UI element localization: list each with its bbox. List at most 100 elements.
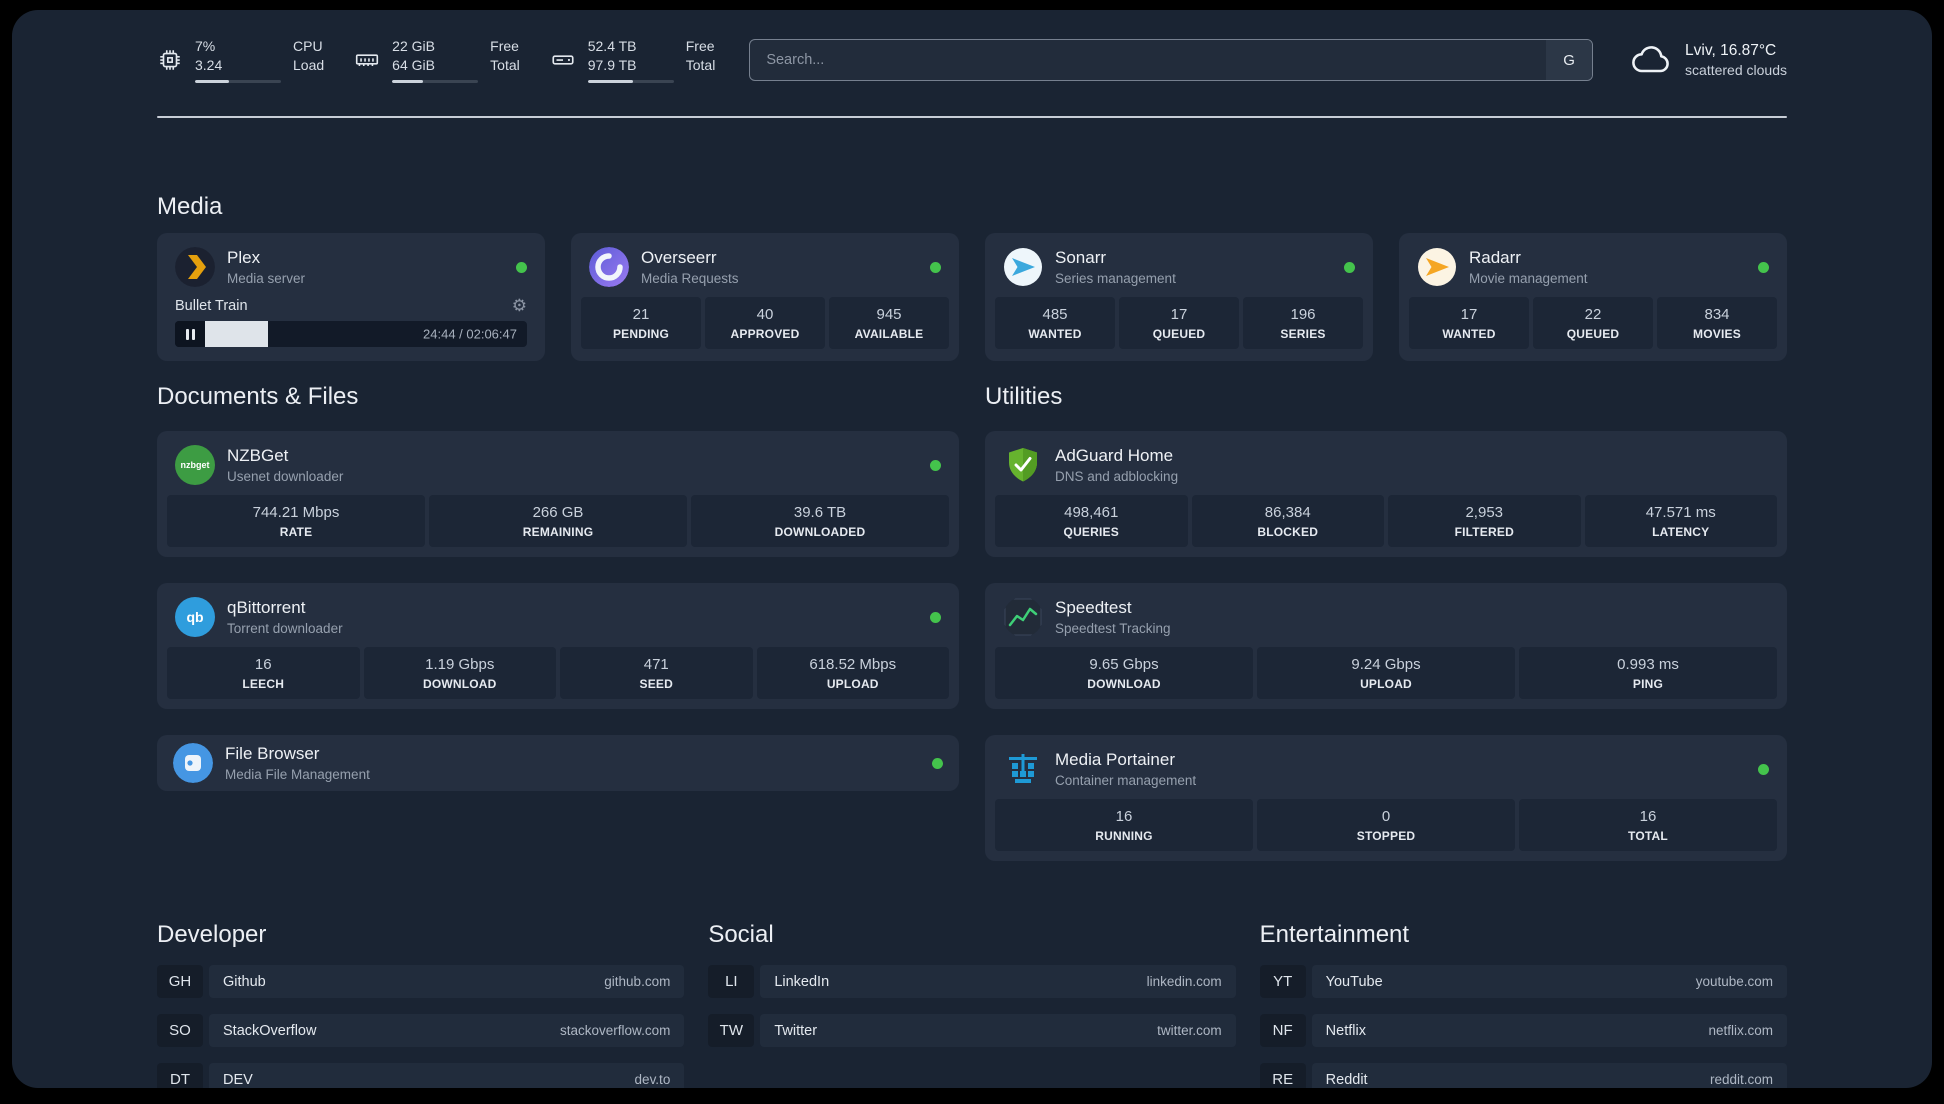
disk-labels: Free Total	[686, 37, 716, 83]
bookmark-group-social: Social LI LinkedIn linkedin.com TW Twitt…	[708, 921, 1236, 1088]
card-header: Plex Media server	[167, 243, 535, 297]
overseerr-icon	[589, 247, 629, 287]
stat-label: QUEUED	[1152, 327, 1206, 341]
cpu-label-1: CPU	[293, 38, 323, 54]
app-description: Series management	[1055, 271, 1176, 286]
section-title-documents: Documents & Files	[157, 383, 359, 410]
stat-value: 744.21 Mbps	[252, 504, 340, 521]
bookmark-link-youtube[interactable]: YouTube youtube.com	[1311, 965, 1787, 998]
app-card-sonarr[interactable]: Sonarr Series management 485 WANTED 17 QUE…	[985, 233, 1373, 361]
app-description: Torrent downloader	[227, 621, 343, 636]
playback-progress-bar[interactable]: 24:44 / 02:06:47	[175, 321, 527, 347]
stat-value: 22	[1584, 306, 1602, 323]
card-header: qb qBittorrent Torrent downloader	[167, 593, 949, 647]
playback-fill	[205, 321, 268, 347]
status-dot	[1758, 261, 1769, 273]
stat-tile: 1.19 Gbps DOWNLOAD	[363, 647, 556, 699]
topbar-divider	[157, 116, 1787, 118]
bookmark-link-dev[interactable]: DEV dev.to	[209, 1063, 685, 1088]
app-card-plex[interactable]: Plex Media server Bullet Train 24:4	[157, 233, 545, 361]
app-description: Movie management	[1469, 271, 1588, 286]
stat-value: 471	[643, 656, 669, 673]
search-bar: G	[749, 39, 1594, 81]
app-card-nzbget[interactable]: nzbget NZBGet Usenet downloader 744.21 M…	[157, 431, 959, 557]
cpu-labels: CPU Load	[293, 37, 324, 83]
stat-label: WANTED	[1442, 327, 1496, 341]
utilities-section: Utilities AdGuard Home DNS and adblockin…	[985, 383, 1787, 861]
bookmark-name: Reddit	[1325, 1071, 1368, 1088]
disk-widget: 52.4 TB 97.9 TB Free Total	[550, 37, 716, 83]
bookmark-link-github[interactable]: Github github.com	[209, 965, 685, 998]
topbar: 7% 3.24 CPU Load 22 GiB 64 GiB Free Tota…	[157, 37, 1787, 83]
cpu-widget: 7% 3.24 CPU Load	[157, 37, 324, 83]
status-dot	[932, 757, 943, 769]
app-name: qBittorrent	[227, 598, 306, 617]
bookmark-item: SO StackOverflow stackoverflow.com	[157, 1014, 685, 1047]
stat-value: 40	[756, 306, 774, 323]
stats-row: 498,461 QUERIES 86,384 BLOCKED 2,953 FILTER…	[995, 495, 1777, 547]
bookmark-abbr: LI	[708, 965, 755, 998]
stat-tile: 834 MOVIES	[1657, 297, 1777, 349]
app-card-filebrowser[interactable]: File Browser Media File Management	[157, 735, 959, 791]
bookmark-link-linkedin[interactable]: LinkedIn linkedin.com	[760, 965, 1236, 998]
bookmark-link-twitter[interactable]: Twitter twitter.com	[760, 1014, 1236, 1047]
stat-tile: 744.21 Mbps RATE	[167, 495, 425, 547]
bookmark-abbr: RE	[1259, 1063, 1306, 1088]
disk-progress-bar	[587, 80, 674, 83]
stat-label: STOPPED	[1356, 829, 1416, 843]
stat-label: PING	[1632, 677, 1664, 691]
status-dot	[1344, 261, 1355, 273]
stat-value: 47.571 ms	[1645, 504, 1716, 521]
bookmark-link-netflix[interactable]: Netflix netflix.com	[1311, 1014, 1787, 1047]
disk-icon	[550, 47, 576, 73]
app-card-overseerr[interactable]: Overseerr Media Requests 21 PENDING 40 APP…	[571, 233, 959, 361]
section-title-media: Media	[157, 193, 223, 220]
card-titles: Overseerr Media Requests	[641, 247, 918, 287]
stat-value: 9.24 Gbps	[1351, 656, 1421, 673]
stats-row: 16 RUNNING 0 STOPPED 16 TOTAL	[995, 799, 1777, 851]
settings-gear-icon[interactable]	[512, 297, 527, 314]
card-titles: Speedtest Speedtest Tracking	[1055, 597, 1769, 637]
app-card-radarr[interactable]: Radarr Movie management 17 WANTED 22 QUEUE…	[1399, 233, 1787, 361]
bookmark-name: Twitter	[774, 1022, 818, 1039]
bookmark-link-reddit[interactable]: Reddit reddit.com	[1311, 1063, 1787, 1088]
disk-free-value: 52.4 TB	[587, 38, 637, 54]
bookmark-name: YouTube	[1325, 973, 1383, 990]
stat-label: RUNNING	[1095, 829, 1153, 843]
bookmark-domain: netflix.com	[1708, 1023, 1773, 1038]
pause-button[interactable]	[175, 321, 205, 347]
app-card-portainer[interactable]: Media Portainer Container management 16 R…	[985, 735, 1787, 861]
app-card-speedtest[interactable]: Speedtest Speedtest Tracking 9.65 Gbps DO…	[985, 583, 1787, 709]
plex-icon	[175, 247, 215, 287]
app-card-adguard[interactable]: AdGuard Home DNS and adblocking 498,461 Q…	[985, 431, 1787, 557]
stat-value: 16	[1115, 808, 1133, 825]
stat-label: SERIES	[1280, 327, 1326, 341]
card-titles: NZBGet Usenet downloader	[227, 445, 918, 485]
app-card-qbittorrent[interactable]: qb qBittorrent Torrent downloader 16 LEEC…	[157, 583, 959, 709]
bookmark-group-entertainment: Entertainment YT YouTube youtube.com NF …	[1259, 921, 1787, 1088]
stat-tile: 22 QUEUED	[1533, 297, 1653, 349]
bookmark-link-stackoverflow[interactable]: StackOverflow stackoverflow.com	[209, 1014, 685, 1047]
cpu-icon	[157, 47, 183, 73]
stat-label: SEED	[639, 677, 673, 691]
adguard-icon	[1003, 445, 1043, 485]
bookmark-domain: stackoverflow.com	[560, 1023, 671, 1038]
stat-value: 1.19 Gbps	[425, 656, 495, 673]
bookmark-domain: dev.to	[634, 1072, 671, 1087]
filebrowser-icon	[173, 743, 213, 783]
status-dot	[1758, 763, 1769, 775]
card-titles: Radarr Movie management	[1469, 247, 1746, 287]
stats-row: 21 PENDING 40 APPROVED 945 AVAILABLE	[581, 297, 949, 349]
stat-tile: 498,461 QUERIES	[995, 495, 1188, 547]
search-input[interactable]	[749, 39, 1594, 81]
disk-label-2: Total	[685, 57, 716, 73]
search-provider-button[interactable]: G	[1546, 40, 1593, 80]
stat-tile: 17 QUEUED	[1119, 297, 1239, 349]
stat-tile: 86,384 BLOCKED	[1191, 495, 1384, 547]
stat-tile: 266 GB REMAINING	[429, 495, 687, 547]
app-description: Media File Management	[225, 767, 370, 782]
app-name: Radarr	[1469, 248, 1521, 267]
ram-label-1: Free	[490, 38, 519, 54]
stat-tile: 9.65 Gbps DOWNLOAD	[995, 647, 1253, 699]
app-description: Container management	[1055, 773, 1197, 788]
